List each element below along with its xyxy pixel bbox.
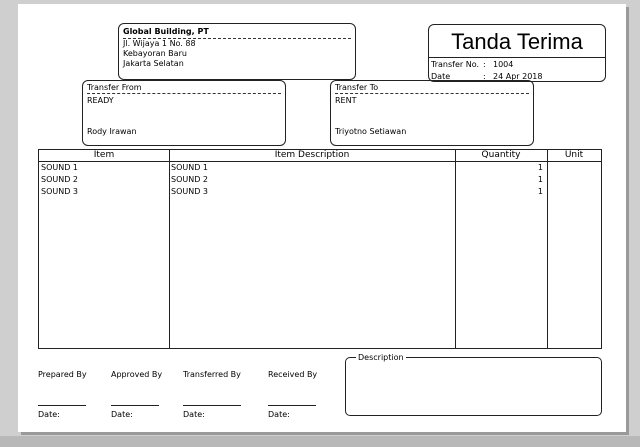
row-1-description: SOUND 1: [171, 163, 209, 172]
prepared-by-label: Prepared By: [38, 370, 87, 379]
transfer-no-label: Transfer No.: [431, 60, 479, 69]
approved-by-label: Approved By: [111, 370, 163, 379]
header-quantity: Quantity: [481, 150, 521, 160]
transfer-no-value: 1004: [493, 60, 514, 69]
transferred-by-signature-line: [183, 405, 241, 406]
transferred-date-label: Date:: [183, 410, 205, 419]
transferred-by-label: Transferred By: [183, 370, 241, 379]
description-box: Description: [345, 352, 602, 416]
transfer-from-box: Transfer From READY Rody Irawan: [82, 80, 286, 146]
company-name: Global Building, PT: [123, 26, 351, 39]
document-title-box: Tanda Terima Transfer No. : 1004 Date : …: [428, 24, 606, 82]
transfer-no-colon: :: [483, 60, 486, 69]
prepared-by-signature-line: [38, 405, 86, 406]
receipt-page: Global Building, PT Jl. Wijaya 1 No. 88 …: [18, 4, 626, 432]
row-2-quantity: 1: [537, 175, 543, 184]
background-shade: [0, 436, 640, 447]
received-date-label: Date:: [268, 410, 290, 419]
transfer-to-box: Transfer To RENT Triyotno Setiawan: [330, 80, 534, 146]
received-by-signature-line: [268, 405, 316, 406]
transfer-to-value: RENT: [335, 96, 357, 105]
column-divider: [547, 150, 548, 348]
prepared-date-label: Date:: [38, 410, 60, 419]
received-by-label: Received By: [268, 370, 318, 379]
description-label: Description: [356, 352, 406, 363]
company-address-line-3: Jakarta Selatan: [123, 59, 184, 68]
company-box: Global Building, PT Jl. Wijaya 1 No. 88 …: [118, 23, 356, 80]
items-table: Item Item Description Quantity Unit SOUN…: [38, 149, 602, 349]
approved-by-signature-line: [111, 405, 159, 406]
company-address-line-1: Jl. Wijaya 1 No. 88: [123, 39, 196, 48]
column-divider: [455, 150, 456, 348]
row-2-item: SOUND 2: [41, 175, 79, 184]
row-3-quantity: 1: [537, 187, 543, 196]
row-1-quantity: 1: [537, 163, 543, 172]
transfer-from-person: Rody Irawan: [87, 127, 137, 136]
row-3-item: SOUND 3: [41, 187, 79, 196]
transfer-to-person: Triyotno Setiawan: [335, 127, 407, 136]
row-1-item: SOUND 1: [41, 163, 79, 172]
column-divider: [169, 150, 170, 348]
title-divider: [429, 57, 605, 58]
row-2-description: SOUND 2: [171, 175, 209, 184]
transfer-from-value: READY: [87, 96, 114, 105]
header-item: Item: [93, 150, 115, 160]
document-title: Tanda Terima: [451, 29, 583, 54]
approved-date-label: Date:: [111, 410, 133, 419]
transfer-from-label: Transfer From: [87, 83, 281, 94]
transfer-to-label: Transfer To: [335, 83, 529, 94]
header-unit: Unit: [564, 150, 584, 160]
company-address-line-2: Kebayoran Baru: [123, 49, 187, 58]
row-3-description: SOUND 3: [171, 187, 209, 196]
header-description: Item Description: [274, 150, 350, 160]
